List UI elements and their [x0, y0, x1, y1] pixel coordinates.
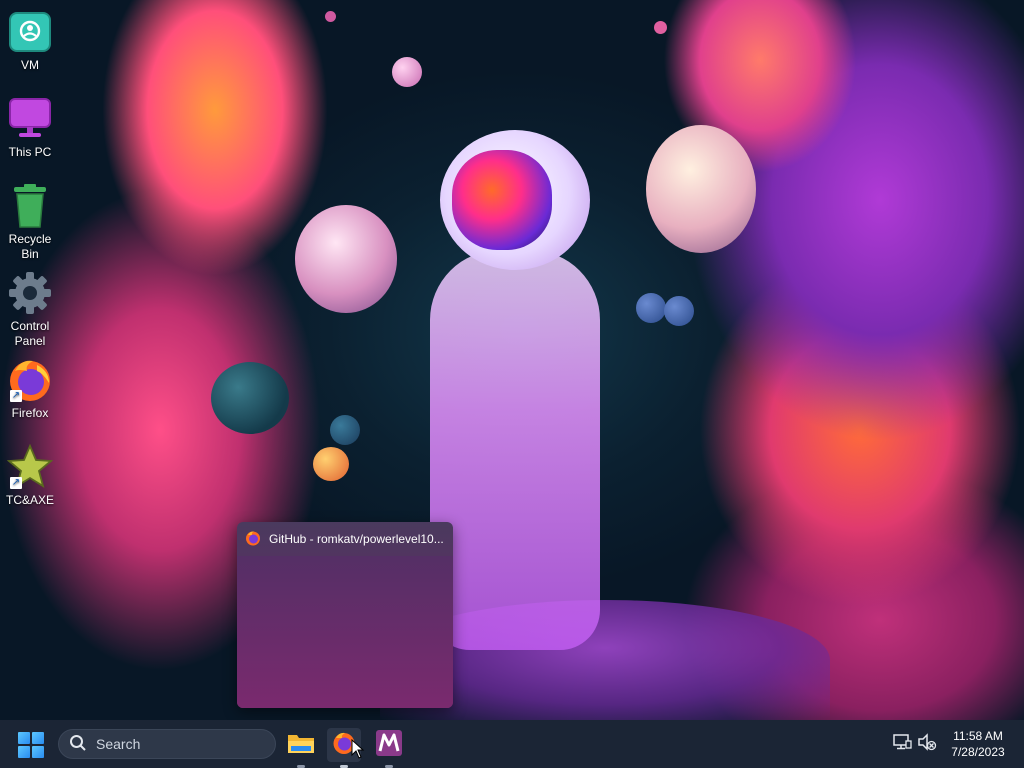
desktop-wallpaper[interactable] — [0, 0, 1024, 720]
shortcut-arrow-icon: ↗ — [10, 477, 22, 489]
planet — [313, 447, 349, 481]
firefox-icon: ↗ — [6, 356, 54, 404]
taskbar-app-file-explorer[interactable] — [284, 728, 318, 768]
planet — [646, 125, 756, 253]
desktop-icon-control-panel[interactable]: Control Panel — [2, 269, 58, 349]
folder-icon — [287, 731, 315, 760]
taskbar-clock[interactable]: 11:58 AM 7/28/2023 — [944, 728, 1012, 760]
monitor-icon — [6, 95, 54, 143]
planet — [325, 11, 336, 22]
desktop-icon-tc-axe[interactable]: ↗ TC&AXE — [2, 443, 58, 508]
clock-time: 11:58 AM — [953, 729, 1003, 743]
search-placeholder: Search — [96, 736, 141, 752]
windows-start-icon[interactable] — [16, 730, 46, 760]
desktop-icon-label: VM — [21, 58, 39, 72]
clock-date: 7/28/2023 — [951, 745, 1005, 759]
desktop-icon-recycle-bin[interactable]: Recycle Bin — [2, 182, 58, 262]
planet — [392, 57, 422, 87]
speaker-muted-icon[interactable] — [917, 732, 937, 756]
search-icon — [69, 734, 87, 755]
taskbar: Search 11:58 AM 7/28/2023 — [0, 720, 1024, 768]
desktop-icon-label: Recycle Bin — [8, 232, 52, 261]
planet — [636, 293, 666, 323]
thumbnail-title: GitHub - romkatv/powerlevel10... — [269, 532, 444, 546]
m-app-icon — [376, 729, 402, 761]
taskbar-thumbnail-preview[interactable]: GitHub - romkatv/powerlevel10... — [237, 522, 453, 708]
mouse-cursor-icon — [351, 738, 365, 759]
recycle-bin-icon — [6, 182, 54, 230]
network-monitor-icon[interactable] — [892, 732, 912, 756]
planet — [654, 21, 667, 34]
astronaut-visor — [452, 150, 552, 250]
desktop-icon-vm[interactable]: VM — [2, 8, 58, 73]
desktop-icon-firefox[interactable]: ↗ Firefox — [2, 356, 58, 421]
gear-icon — [6, 269, 54, 317]
astronaut-figure — [430, 250, 600, 650]
taskbar-app-m[interactable] — [372, 728, 406, 768]
planet — [211, 362, 289, 434]
planet — [330, 415, 360, 445]
star-icon: ↗ — [6, 443, 54, 491]
desktop-icon-label: Firefox — [11, 406, 49, 420]
desktop-icon-this-pc[interactable]: This PC — [2, 95, 58, 160]
desktop-icon-label: Control Panel — [10, 319, 50, 348]
planet — [664, 296, 694, 326]
thumbnail-header: GitHub - romkatv/powerlevel10... — [237, 522, 453, 556]
desktop-icon-label: TC&AXE — [5, 493, 54, 507]
firefox-icon — [245, 530, 261, 549]
vm-folder-icon — [6, 8, 54, 56]
desktop-icon-label: This PC — [8, 145, 52, 159]
shortcut-arrow-icon: ↗ — [10, 390, 22, 402]
taskbar-search-box[interactable]: Search — [58, 729, 276, 759]
thumbnail-window-preview[interactable] — [237, 556, 453, 708]
planet — [295, 205, 397, 313]
